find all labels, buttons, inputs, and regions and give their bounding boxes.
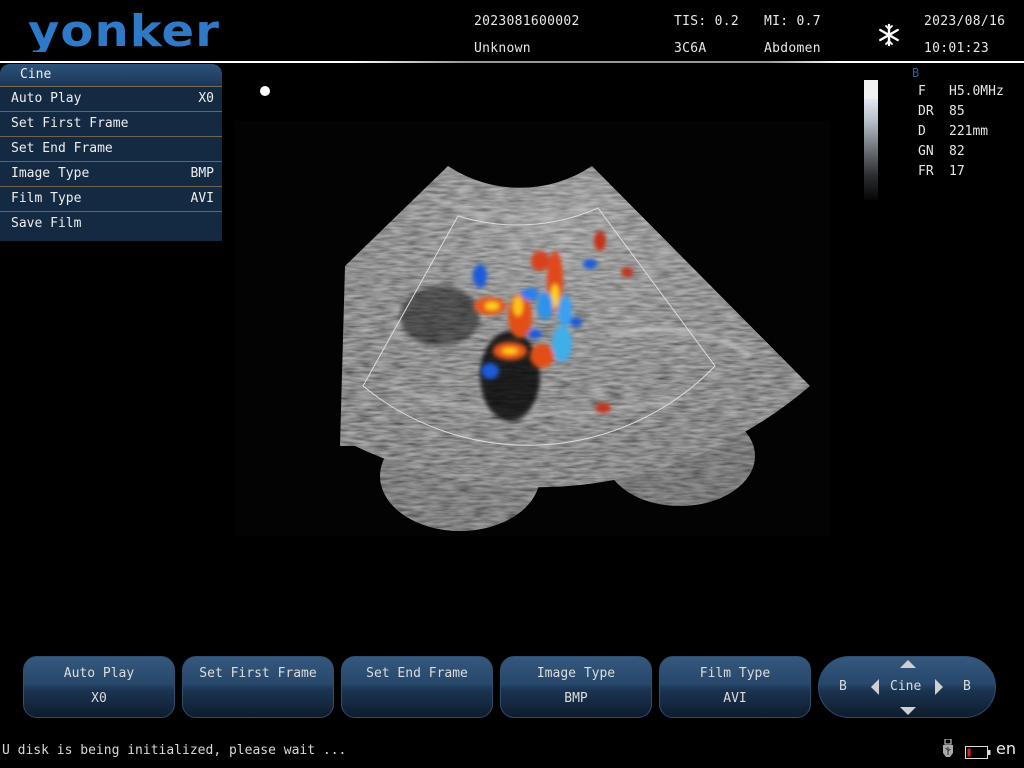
set-end-frame-button[interactable]: Set End Frame	[341, 656, 493, 718]
film-type-button[interactable]: Film Type AVI	[659, 656, 811, 718]
ultrasound-image[interactable]	[190, 66, 870, 626]
set-first-frame-button[interactable]: Set First Frame	[182, 656, 334, 718]
button-label: Set End Frame	[366, 666, 468, 681]
auto-play-button[interactable]: Auto Play X0	[23, 656, 175, 718]
param-value: 82	[949, 144, 965, 159]
param-depth: D 221mm	[918, 124, 988, 139]
language-indicator[interactable]: en	[996, 739, 1016, 758]
menu-item-film-type[interactable]: Film Type AVI	[0, 187, 222, 212]
param-value: 221mm	[949, 124, 989, 139]
cine-nav-control[interactable]: B Cine B	[818, 656, 996, 718]
exam-date: 2023/08/16	[924, 14, 1006, 29]
button-label: Film Type	[699, 666, 771, 681]
menu-item-set-end-frame[interactable]: Set End Frame	[0, 137, 222, 162]
header-divider	[0, 61, 1024, 63]
mi-value: MI: 0.7	[764, 14, 821, 29]
right-arrow-icon[interactable]	[935, 679, 943, 695]
yonker-logo: yonker	[28, 6, 228, 57]
menu-item-label: Set End Frame	[11, 141, 113, 156]
orientation-marker	[260, 86, 270, 96]
patient-id: 2023081600002	[474, 14, 580, 29]
patient-name: Unknown	[474, 41, 531, 56]
menu-item-image-type[interactable]: Image Type BMP	[0, 162, 222, 187]
left-arrow-icon[interactable]	[871, 679, 879, 695]
usb-icon	[942, 738, 954, 761]
probe-name: 3C6A	[674, 41, 707, 56]
cine-menu: Cine Auto Play X0 Set First Frame Set En…	[0, 64, 222, 241]
nav-right-label: B	[963, 679, 971, 694]
param-key: D	[918, 124, 926, 139]
svg-text:yonker: yonker	[28, 8, 220, 52]
button-value: BMP	[564, 691, 588, 706]
exam-preset: Abdomen	[764, 41, 821, 56]
down-arrow-icon[interactable]	[900, 707, 916, 715]
tis-value: TIS: 0.2	[674, 14, 740, 29]
param-frequency: F H5.0MHz	[918, 84, 1004, 99]
up-arrow-icon[interactable]	[900, 660, 916, 668]
menu-item-label: Auto Play	[11, 91, 82, 106]
nav-center-label: Cine	[890, 679, 922, 694]
menu-item-auto-play[interactable]: Auto Play X0	[0, 87, 222, 112]
grayscale-bar	[864, 80, 878, 200]
button-label: Image Type	[536, 666, 616, 681]
exam-time: 10:01:23	[924, 41, 990, 56]
cine-menu-title: Cine	[0, 64, 222, 87]
menu-item-set-first-frame[interactable]: Set First Frame	[0, 112, 222, 137]
battery-low-icon	[965, 744, 991, 759]
param-value: 85	[949, 104, 965, 119]
param-gain: GN 82	[918, 144, 965, 159]
param-frame-rate: FR 17	[918, 164, 965, 179]
param-value: H5.0MHz	[949, 84, 1004, 99]
button-value: AVI	[723, 691, 747, 706]
param-key: DR	[918, 104, 934, 119]
menu-item-label: Image Type	[11, 166, 90, 181]
menu-item-label: Save Film	[11, 216, 82, 231]
mode-label: B	[912, 66, 920, 80]
param-value: 17	[949, 164, 965, 179]
param-dynamic-range: DR 85	[918, 104, 965, 119]
menu-item-label: Film Type	[11, 191, 82, 206]
snowflake-icon	[876, 22, 902, 48]
nav-left-label: B	[839, 679, 847, 694]
menu-item-label: Set First Frame	[11, 116, 129, 131]
status-message: U disk is being initialized, please wait…	[2, 743, 347, 758]
param-key: FR	[918, 164, 934, 179]
param-key: GN	[918, 144, 934, 159]
param-key: F	[918, 84, 926, 99]
button-label: Auto Play	[63, 666, 135, 681]
image-type-button[interactable]: Image Type BMP	[500, 656, 652, 718]
menu-item-save-film[interactable]: Save Film	[0, 212, 222, 236]
button-value: X0	[91, 691, 107, 706]
button-label: Set First Frame	[199, 666, 317, 681]
